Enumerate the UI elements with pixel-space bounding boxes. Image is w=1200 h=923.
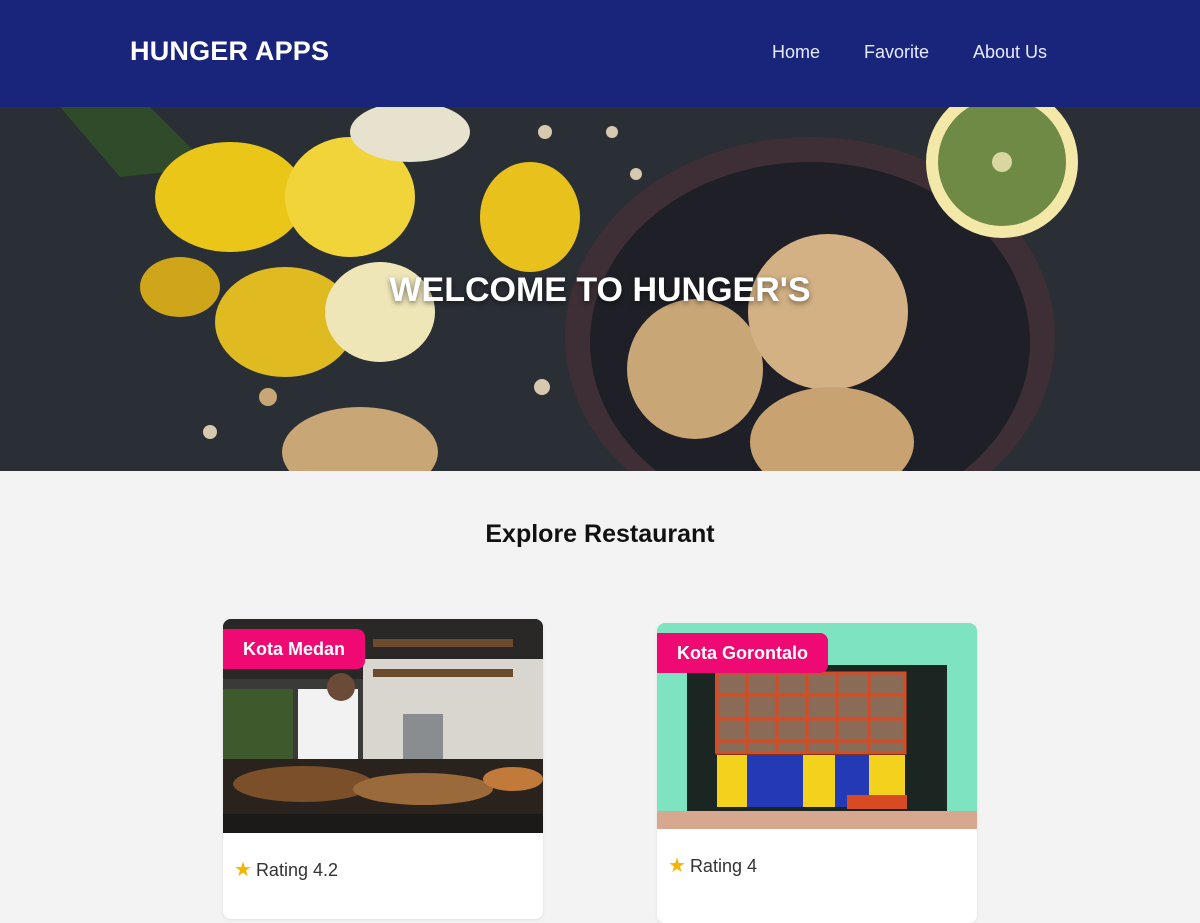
- section-title: Explore Restaurant: [485, 520, 715, 548]
- restaurant-image[interactable]: Kota Gorontalo: [657, 623, 977, 829]
- rating-row: ★ Rating 4: [668, 853, 757, 878]
- star-icon: ★: [668, 855, 686, 877]
- hero-title: WELCOME TO HUNGER'S: [389, 271, 811, 309]
- hero-banner: WELCOME TO HUNGER'S: [0, 107, 1200, 471]
- nav-link-about-us[interactable]: About Us: [973, 42, 1047, 63]
- restaurant-card[interactable]: Kota Medan ★ Rating 4.2: [223, 619, 543, 919]
- rating-text: Rating 4: [689, 856, 757, 876]
- city-badge: Kota Gorontalo: [657, 633, 828, 673]
- restaurant-card[interactable]: Kota Gorontalo ★ Rating 4: [657, 623, 977, 923]
- rating-row: ★ Rating 4.2: [234, 857, 338, 882]
- app-bar: HUNGER APPS Home Favorite About Us: [0, 0, 1200, 107]
- star-icon: ★: [234, 859, 252, 881]
- city-badge: Kota Medan: [223, 629, 366, 669]
- restaurant-image[interactable]: Kota Medan: [223, 619, 543, 833]
- rating-text: Rating 4.2: [255, 860, 338, 880]
- nav-link-favorite[interactable]: Favorite: [864, 42, 929, 63]
- brand-logo[interactable]: HUNGER APPS: [130, 36, 329, 67]
- nav-link-home[interactable]: Home: [772, 42, 820, 63]
